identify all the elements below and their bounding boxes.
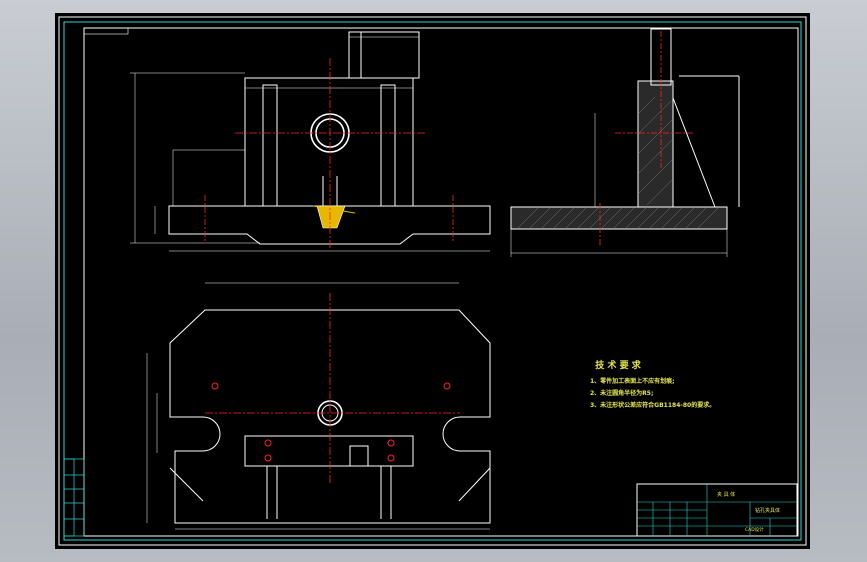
- cad-application: 技 术 要 求 1、零件加工表面上不应有划痕; 2、未注圆角半径为R5; 3、未…: [0, 0, 867, 562]
- tech-req-note-1: 1、零件加工表面上不应有划痕;: [590, 377, 675, 385]
- front-view-dimensions: [130, 36, 490, 252]
- side-view-base: [510, 206, 728, 230]
- drawing-canvas: 技 术 要 求 1、零件加工表面上不应有划痕; 2、未注圆角半径为R5; 3、未…: [58, 16, 807, 546]
- side-view: [510, 28, 740, 230]
- side-view-dimensions: [510, 113, 728, 257]
- title-block-organization: CAD设计: [745, 526, 764, 533]
- front-view: [168, 31, 491, 245]
- technical-requirements: 技 术 要 求 1、零件加工表面上不应有划痕; 2、未注圆角半径为R5; 3、未…: [590, 359, 715, 409]
- top-view-dimensions: [146, 282, 490, 530]
- tech-req-note-3: 3、未注形状公差应符合GB1184-80的要求。: [590, 401, 715, 409]
- top-view-bolt-holes: [211, 382, 451, 462]
- title-block: 夹 具 体 钻孔夹具体 CAD设计: [636, 483, 798, 537]
- front-view-left-rib: [262, 84, 278, 207]
- left-id-strip: [63, 458, 85, 537]
- drawing-frame: [83, 27, 799, 537]
- top-view-centerlines: [205, 293, 460, 483]
- title-block-part-name: 夹 具 体: [717, 491, 735, 498]
- front-view-top-boss: [348, 31, 420, 79]
- front-view-body: [244, 77, 414, 207]
- title-block-drawing-id: 钻孔夹具体: [755, 507, 780, 514]
- sheet-outer-border: [58, 16, 807, 546]
- tech-req-title: 技 术 要 求: [595, 359, 641, 371]
- front-view-right-rib: [380, 84, 396, 207]
- top-view-handle-block: [349, 445, 369, 467]
- tech-req-note-2: 2、未注圆角半径为R5;: [590, 389, 653, 397]
- drawing-number-box: [83, 27, 129, 35]
- drawing-viewport[interactable]: 技 术 要 求 1、零件加工表面上不应有划痕; 2、未注圆角半径为R5; 3、未…: [55, 13, 810, 549]
